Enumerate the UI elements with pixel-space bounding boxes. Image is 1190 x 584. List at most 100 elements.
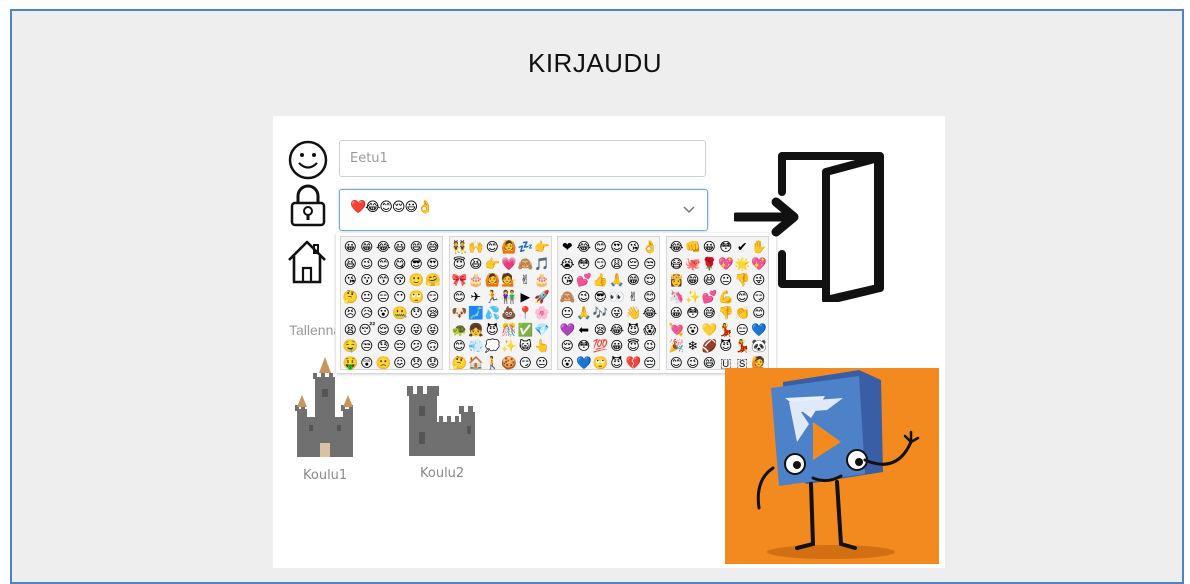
emoji-option[interactable]: 😀	[342, 239, 359, 256]
emoji-option[interactable]: 📍	[517, 305, 534, 322]
emoji-option[interactable]: 😒	[642, 256, 659, 273]
emoji-option[interactable]: 😏	[517, 355, 534, 372]
emoji-option[interactable]: 😗	[359, 272, 376, 289]
emoji-option[interactable]: 😉	[576, 289, 593, 306]
emoji-option[interactable]: 😣	[342, 305, 359, 322]
emoji-option[interactable]: 😂	[642, 305, 659, 322]
emoji-option[interactable]: 😫	[342, 322, 359, 339]
login-door-icon[interactable]	[734, 150, 888, 302]
emoji-option[interactable]: 💤	[517, 239, 534, 256]
emoji-option[interactable]: 😁	[625, 272, 642, 289]
emoji-option[interactable]: 🙆	[501, 239, 518, 256]
emoji-option[interactable]: 🐙	[685, 256, 702, 273]
emoji-option[interactable]: 😞	[408, 355, 425, 372]
emoji-option[interactable]: 💎	[534, 322, 551, 339]
emoji-option[interactable]: 😑	[734, 322, 751, 339]
emoji-option[interactable]: 💔	[625, 355, 642, 372]
emoji-option[interactable]: 😜	[609, 305, 626, 322]
emoji-option[interactable]: 😂	[668, 239, 685, 256]
emoji-option[interactable]: 🙌	[468, 239, 485, 256]
emoji-option[interactable]: 😇	[451, 256, 468, 273]
emoji-option[interactable]: 👯	[451, 239, 468, 256]
emoji-option[interactable]: 🙈	[559, 289, 576, 306]
emoji-option[interactable]: 💘	[668, 322, 685, 339]
emoji-option[interactable]: 😈	[625, 322, 642, 339]
emoji-option[interactable]: 😅	[701, 305, 718, 322]
emoji-option[interactable]: 😒	[359, 338, 376, 355]
emoji-option[interactable]: 🌹	[701, 256, 718, 273]
emoji-option[interactable]: 😀	[668, 305, 685, 322]
emoji-option[interactable]: 🎶	[592, 305, 609, 322]
emoji-option[interactable]: 😜	[408, 322, 425, 339]
emoji-option[interactable]: 😋	[392, 256, 409, 273]
emoji-option[interactable]: 😈	[718, 338, 735, 355]
emoji-option[interactable]: 🤔	[451, 355, 468, 372]
emoji-option[interactable]: 😓	[375, 338, 392, 355]
emoji-option[interactable]: ⬅	[576, 322, 593, 339]
emoji-option[interactable]: ▶	[517, 289, 534, 306]
emoji-option[interactable]: 😊	[375, 256, 392, 273]
emoji-option[interactable]: 👎	[718, 305, 735, 322]
emoji-option[interactable]: 😅	[425, 239, 442, 256]
emoji-option[interactable]: 🎂	[534, 272, 551, 289]
emoji-option[interactable]: 🎉	[668, 338, 685, 355]
emoji-option[interactable]: 👆	[534, 338, 551, 355]
emoji-group-1[interactable]: 😀 😁 😂 😃 😄 😅 😆 😉 😊 😋 😎 😍 😘 😗 😙 😚 🙂 🤗 🤔 😐 😑 😶 🙄 😏 😣 😥 😮 🤐 😯 😪 😫 😴 😌 😛 😜 😝 🤤 😒 😓 😔…	[340, 236, 443, 370]
emoji-option[interactable]: 😊	[592, 239, 609, 256]
emoji-option[interactable]: 🙃	[425, 338, 442, 355]
emoji-option[interactable]: 😄	[408, 239, 425, 256]
emoji-option[interactable]: 😀	[701, 239, 718, 256]
emoji-option[interactable]: 😌	[642, 272, 659, 289]
emoji-option[interactable]: 💪	[718, 289, 735, 306]
emoji-option[interactable]: 💕	[576, 272, 593, 289]
emoji-option[interactable]: 🎂	[468, 272, 485, 289]
emoji-option[interactable]: 😃	[392, 239, 409, 256]
emoji-option[interactable]: 🦄	[668, 289, 685, 306]
emoji-option[interactable]: 😪	[425, 305, 442, 322]
emoji-option[interactable]: 😱	[642, 322, 659, 339]
emoji-option[interactable]: 😮	[685, 322, 702, 339]
emoji-option[interactable]: ✨	[685, 289, 702, 306]
emoji-option[interactable]: 🐶	[451, 305, 468, 322]
emoji-option[interactable]: 😭	[559, 256, 576, 273]
emoji-option[interactable]: 😊	[451, 338, 468, 355]
emoji-option[interactable]: 😑	[375, 289, 392, 306]
emoji-option[interactable]: 💕	[701, 289, 718, 306]
emoji-option[interactable]: 😉	[359, 256, 376, 273]
emoji-option[interactable]: 💖	[718, 256, 735, 273]
emoji-option[interactable]: 👊	[685, 239, 702, 256]
emoji-option[interactable]: 👉	[484, 256, 501, 273]
emoji-option[interactable]: 😲	[359, 355, 376, 372]
emoji-option[interactable]: 💗	[501, 256, 518, 273]
emoji-option[interactable]: 🤤	[342, 338, 359, 355]
emoji-option[interactable]: 😄	[701, 355, 718, 372]
emoji-option[interactable]: 😟	[425, 355, 442, 372]
emoji-option[interactable]: 💜	[559, 322, 576, 339]
emoji-option[interactable]: 💙	[751, 322, 768, 339]
emoji-option[interactable]: 🐼	[751, 338, 768, 355]
emoji-option[interactable]: 😚	[392, 272, 409, 289]
emoji-option[interactable]: 😏	[592, 256, 609, 273]
emoji-group-3[interactable]: ❤ 😂 😊 😍 😘 👌 😭 😳 😏 😩 😔 😒 😘 💕 👍 🙏 😁 😌 🙈 😉 😎 👀 ✌ 😊 😐 🙏 🎶 😜 👋 😂 💜 ⬅ 😪 😂 😈 😱 😌 😳 💯 😀…	[557, 236, 660, 370]
emoji-option[interactable]: 😴	[359, 322, 376, 339]
emoji-option[interactable]: 😕	[408, 338, 425, 355]
emoji-option[interactable]: 💨	[468, 338, 485, 355]
emoji-option[interactable]: 😷	[668, 256, 685, 273]
emoji-option[interactable]: 🤐	[392, 305, 409, 322]
emoji-option[interactable]: 🗾	[468, 305, 485, 322]
emoji-option[interactable]: ✌	[625, 289, 642, 306]
emoji-option[interactable]: 😐	[359, 289, 376, 306]
emoji-option[interactable]: 😩	[609, 256, 626, 273]
emoji-option[interactable]: 😳	[576, 338, 593, 355]
password-emoji-select[interactable]: ❤️😂😊😌😃👌	[339, 189, 708, 231]
emoji-option[interactable]: 😍	[609, 239, 626, 256]
emoji-option[interactable]: 😆	[342, 256, 359, 273]
castle2-icon[interactable]	[405, 382, 477, 458]
emoji-option[interactable]: 😂	[576, 239, 593, 256]
emoji-option[interactable]: ✈	[468, 289, 485, 306]
emoji-option[interactable]: 😔	[642, 355, 659, 372]
emoji-option[interactable]: 💃	[718, 322, 735, 339]
emoji-option[interactable]: 🏠	[468, 355, 485, 372]
emoji-option[interactable]: 👉	[534, 239, 551, 256]
emoji-option[interactable]: 🙆	[484, 272, 501, 289]
